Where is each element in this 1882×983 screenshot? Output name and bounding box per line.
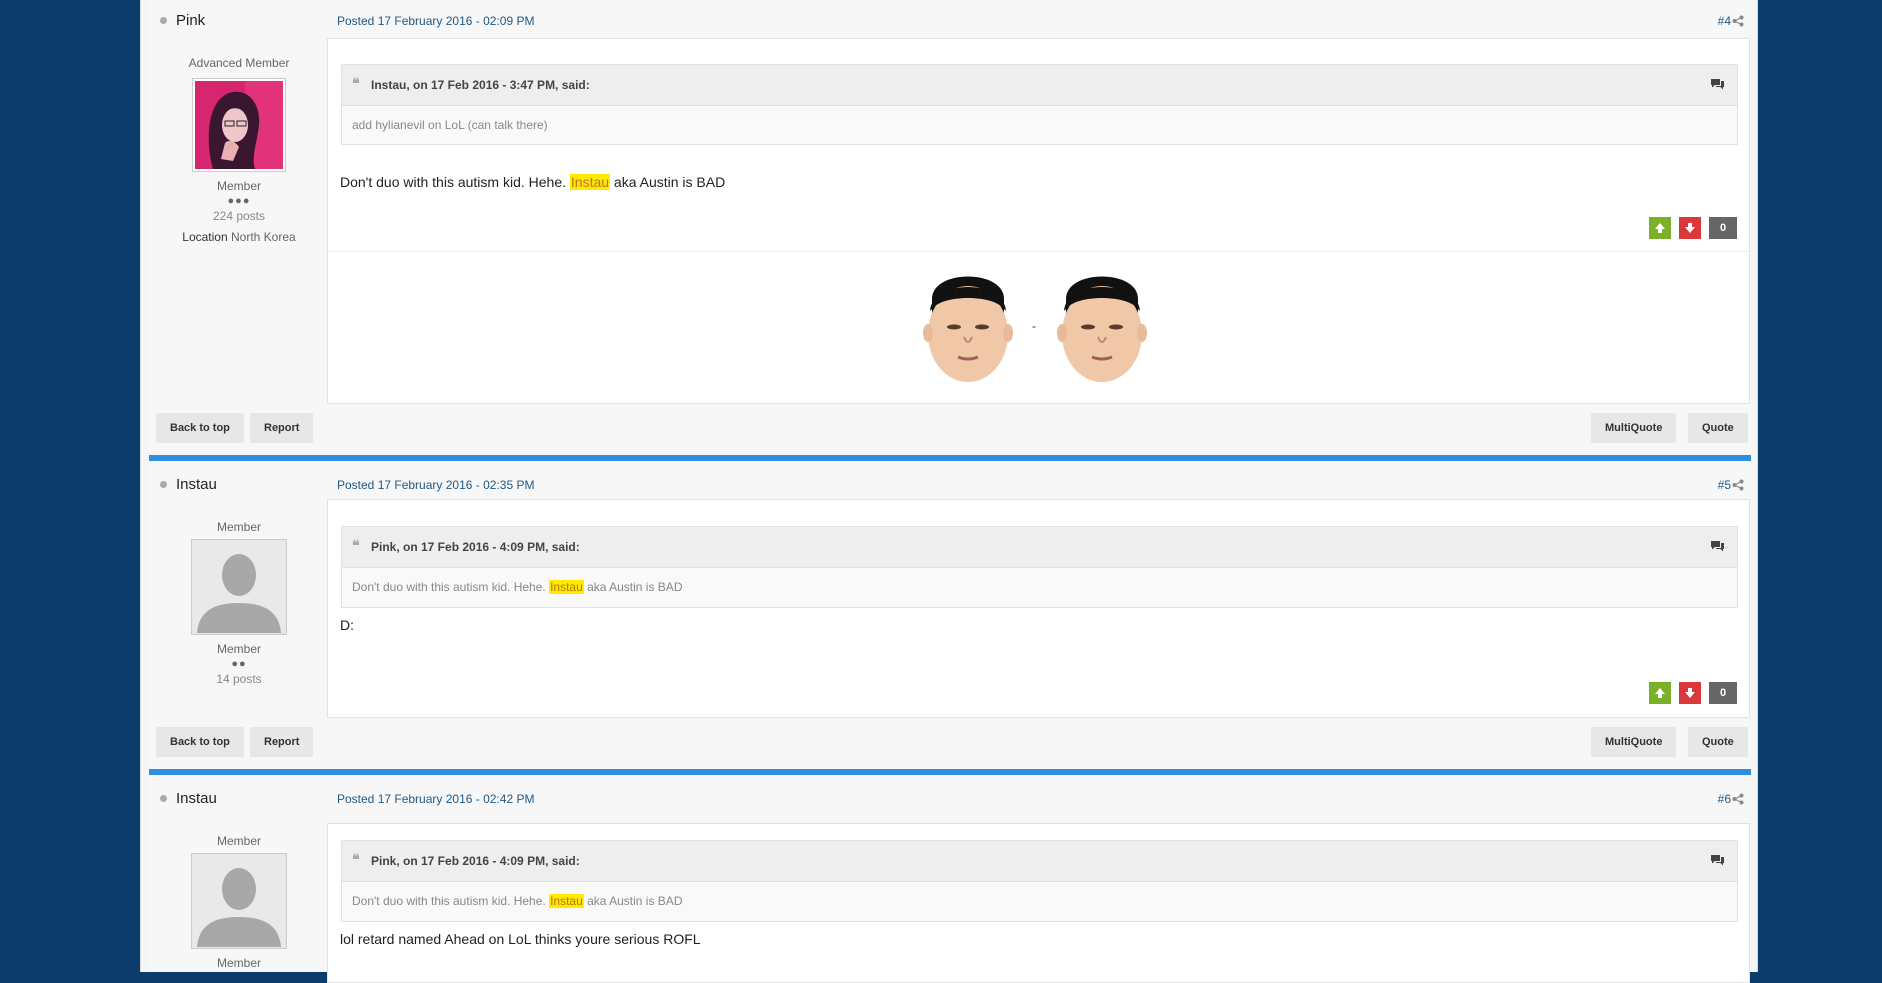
post-count: 224 posts bbox=[212, 209, 266, 223]
post-number[interactable]: #6 bbox=[1718, 792, 1731, 806]
blockquote: ❝ Pink, on 17 Feb 2016 - 4:09 PM, said: … bbox=[341, 526, 1738, 608]
kim-jong-un-face-image bbox=[1057, 276, 1147, 382]
quote-text: add hylianevil on LoL (can talk there) bbox=[352, 118, 548, 132]
post-date[interactable]: Posted 17 February 2016 - 02:35 PM bbox=[337, 478, 534, 492]
quote-citation: Instau, on 17 Feb 2016 - 3:47 PM, said: bbox=[371, 78, 590, 92]
post-date[interactable]: Posted 17 February 2016 - 02:42 PM bbox=[337, 792, 534, 806]
avatar[interactable] bbox=[191, 539, 287, 635]
quote-icon: ❝ bbox=[352, 76, 360, 92]
post-text-part: aka Austin is BAD bbox=[610, 174, 726, 190]
arrow-up-icon bbox=[1655, 688, 1665, 698]
post-text: Don't duo with this autism kid. Hehe. In… bbox=[340, 174, 725, 190]
offline-indicator-icon bbox=[160, 795, 167, 802]
author-name[interactable]: Instau bbox=[176, 476, 217, 493]
post: Pink Posted 17 February 2016 - 02:09 PM … bbox=[149, 0, 1751, 455]
post-count: 14 posts bbox=[216, 672, 262, 686]
vote-down-button[interactable] bbox=[1679, 217, 1701, 239]
comments-icon[interactable] bbox=[1710, 540, 1725, 553]
author-name[interactable]: Instau bbox=[176, 790, 217, 807]
offline-indicator-icon bbox=[160, 17, 167, 24]
blockquote: ❝ Pink, on 17 Feb 2016 - 4:09 PM, said: … bbox=[341, 840, 1738, 922]
quote-text-part: aka Austin is BAD bbox=[583, 894, 683, 908]
signature-divider bbox=[328, 251, 1749, 252]
post-text-part: Don't duo with this autism kid. Hehe. bbox=[340, 174, 570, 190]
rank-pips: ●● bbox=[231, 658, 247, 670]
quote-text: Don't duo with this autism kid. Hehe. In… bbox=[342, 882, 1737, 920]
post-text: lol retard named Ahead on LoL thinks you… bbox=[340, 931, 701, 947]
avatar[interactable] bbox=[191, 853, 287, 949]
rank-title: Advanced Member bbox=[188, 56, 290, 70]
default-user-icon bbox=[193, 541, 285, 633]
vote-up-button[interactable] bbox=[1649, 682, 1671, 704]
reputation-count: 0 bbox=[1709, 682, 1737, 704]
share-icon[interactable] bbox=[1732, 793, 1744, 805]
author-name[interactable]: Pink bbox=[176, 12, 205, 29]
multiquote-button[interactable]: MultiQuote bbox=[1591, 727, 1677, 757]
location: Location North Korea bbox=[149, 230, 329, 244]
report-button[interactable]: Report bbox=[250, 413, 314, 443]
quote-icon: ❝ bbox=[352, 538, 360, 554]
post: Instau Posted 17 February 2016 - 02:42 P… bbox=[149, 775, 1751, 983]
quote-citation: Pink, on 17 Feb 2016 - 4:09 PM, said: bbox=[371, 854, 580, 868]
quote-citation: Pink, on 17 Feb 2016 - 4:09 PM, said: bbox=[371, 540, 580, 554]
share-icon[interactable] bbox=[1732, 15, 1744, 27]
quote-header: ❝ Pink, on 17 Feb 2016 - 4:09 PM, said: bbox=[342, 527, 1737, 568]
search-highlight: Instau bbox=[569, 174, 611, 190]
arrow-down-icon bbox=[1685, 688, 1695, 698]
member-group: Member bbox=[216, 642, 261, 656]
arrow-up-icon bbox=[1655, 223, 1665, 233]
post-body: ❝ Instau, on 17 Feb 2016 - 3:47 PM, said… bbox=[327, 38, 1750, 404]
comments-icon[interactable] bbox=[1710, 78, 1725, 91]
author-info: Member Member ●● 14 posts bbox=[149, 520, 329, 686]
post-number[interactable]: #4 bbox=[1718, 14, 1731, 28]
avatar[interactable] bbox=[192, 78, 286, 172]
search-highlight: Instau bbox=[549, 894, 584, 908]
member-group: Member bbox=[216, 956, 261, 970]
signature-separator: - bbox=[1032, 319, 1036, 333]
rank-pips: ●●● bbox=[227, 195, 251, 207]
default-user-icon bbox=[193, 855, 285, 947]
location-label: Location bbox=[182, 230, 228, 244]
quote-text-part: Don't duo with this autism kid. Hehe. bbox=[352, 580, 550, 594]
post-number[interactable]: #5 bbox=[1718, 478, 1731, 492]
back-to-top-button[interactable]: Back to top bbox=[156, 727, 244, 757]
post-date[interactable]: Posted 17 February 2016 - 02:09 PM bbox=[337, 14, 534, 28]
author-info: Member Member bbox=[149, 834, 329, 970]
offline-indicator-icon bbox=[160, 481, 167, 488]
avatar-image bbox=[195, 81, 283, 169]
member-group: Member bbox=[216, 179, 261, 193]
author-info: Advanced Member Member ●●● 224 posts Loc… bbox=[149, 56, 329, 244]
kim-jong-un-face-image bbox=[923, 276, 1013, 382]
post-body: ❝ Pink, on 17 Feb 2016 - 4:09 PM, said: … bbox=[327, 499, 1750, 718]
quote-text-part: aka Austin is BAD bbox=[583, 580, 683, 594]
comments-icon[interactable] bbox=[1710, 854, 1725, 867]
arrow-down-icon bbox=[1685, 223, 1695, 233]
quote-button[interactable]: Quote bbox=[1688, 413, 1748, 443]
vote-up-button[interactable] bbox=[1649, 217, 1671, 239]
reputation-count: 0 bbox=[1709, 217, 1737, 239]
post-text: D: bbox=[340, 617, 354, 633]
forum-page: Pink Posted 17 February 2016 - 02:09 PM … bbox=[140, 0, 1758, 983]
search-highlight: Instau bbox=[549, 580, 584, 594]
multiquote-button[interactable]: MultiQuote bbox=[1591, 413, 1677, 443]
quote-text: Don't duo with this autism kid. Hehe. In… bbox=[342, 568, 1737, 606]
report-button[interactable]: Report bbox=[250, 727, 314, 757]
post: Instau Posted 17 February 2016 - 02:35 P… bbox=[149, 461, 1751, 769]
blockquote: ❝ Instau, on 17 Feb 2016 - 3:47 PM, said… bbox=[341, 64, 1738, 145]
vote-down-button[interactable] bbox=[1679, 682, 1701, 704]
quote-text-part: Don't duo with this autism kid. Hehe. bbox=[352, 894, 550, 908]
back-to-top-button[interactable]: Back to top bbox=[156, 413, 244, 443]
rank-title: Member bbox=[216, 520, 261, 534]
share-icon[interactable] bbox=[1732, 479, 1744, 491]
quote-header: ❝ Pink, on 17 Feb 2016 - 4:09 PM, said: bbox=[342, 841, 1737, 882]
location-value: North Korea bbox=[231, 230, 296, 244]
reputation-controls: 0 bbox=[1641, 217, 1737, 239]
quote-header: ❝ Instau, on 17 Feb 2016 - 3:47 PM, said… bbox=[342, 65, 1737, 106]
quote-button[interactable]: Quote bbox=[1688, 727, 1748, 757]
quote-icon: ❝ bbox=[352, 852, 360, 868]
reputation-controls: 0 bbox=[1641, 682, 1737, 704]
rank-title: Member bbox=[216, 834, 261, 848]
post-body: ❝ Pink, on 17 Feb 2016 - 4:09 PM, said: … bbox=[327, 823, 1750, 983]
